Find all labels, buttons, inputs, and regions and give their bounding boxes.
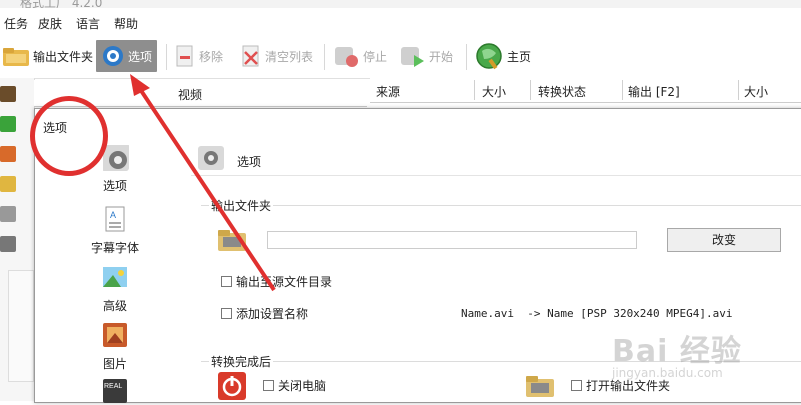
watermark-brand: Bai 经验 [612, 334, 742, 369]
watermark-url: jingyan.baidu.com [612, 366, 723, 380]
baidu-watermark: Bai 经验 jingyan.baidu.com [612, 326, 742, 380]
